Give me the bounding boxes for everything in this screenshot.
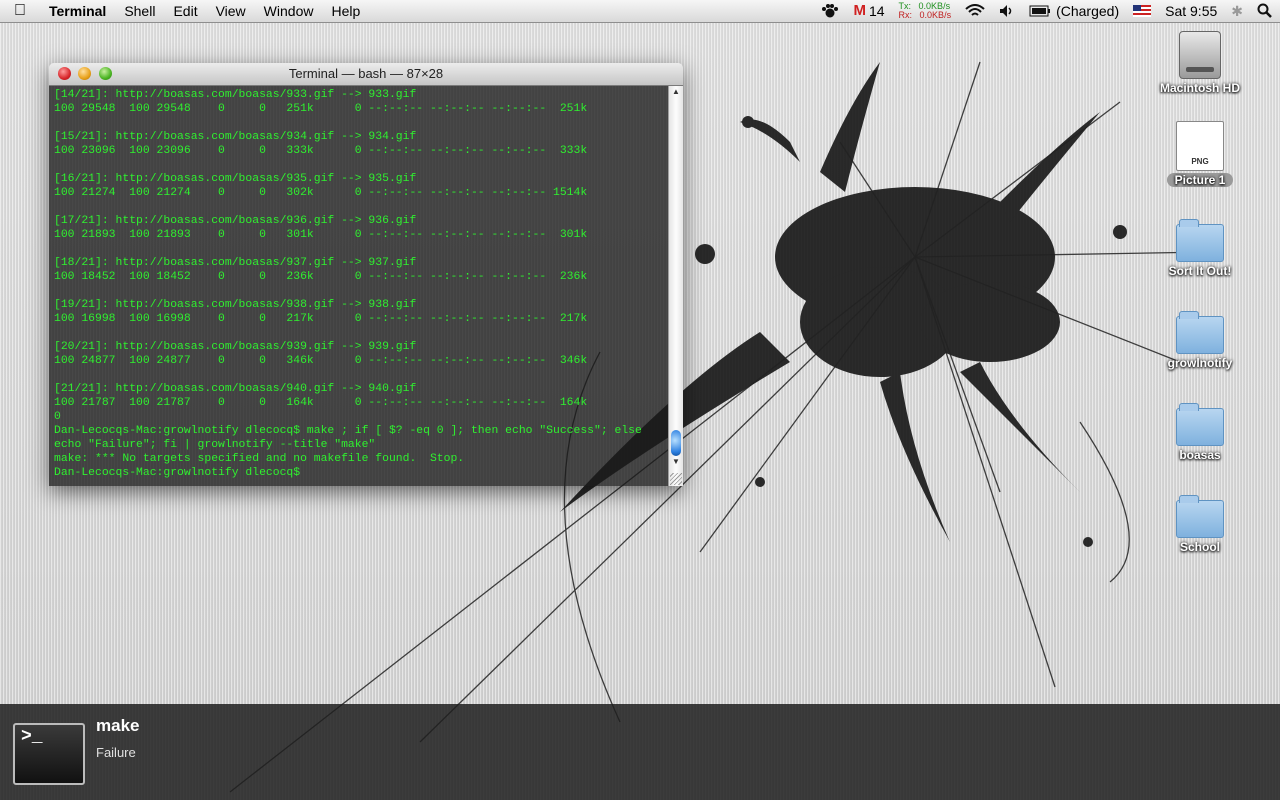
menu-extras: M 14 Tx: 0.0KB/s Rx: 0.0KB/s (Charged) S…	[814, 0, 1280, 22]
terminal-line: 100 21787 100 21787 0 0 164k 0 --:--:-- …	[54, 397, 588, 409]
desktop-icon-label: growlnotify	[1167, 356, 1233, 370]
desktop-icon-sort-it-out[interactable]: Sort It Out!	[1150, 219, 1250, 280]
desktop-icon-boasas[interactable]: boasas	[1150, 403, 1250, 464]
terminal-line: 100 23096 100 23096 0 0 333k 0 --:--:-- …	[54, 145, 588, 157]
terminal-line: 100 16998 100 16998 0 0 217k 0 --:--:-- …	[54, 313, 588, 325]
terminal-line: [16/21]: http://boasas.com/boasas/935.gi…	[54, 173, 417, 185]
terminal-line: 100 21893 100 21893 0 0 301k 0 --:--:-- …	[54, 229, 588, 241]
png-badge: PNG	[1191, 157, 1209, 166]
terminal-prompt-glyph: >_	[21, 727, 43, 747]
volume-icon[interactable]	[992, 0, 1022, 22]
network-monitor[interactable]: Tx: 0.0KB/s Rx: 0.0KB/s	[892, 0, 959, 22]
scroll-up-arrow-icon[interactable]: ▲	[669, 86, 683, 98]
terminal-line: [18/21]: http://boasas.com/boasas/937.gi…	[54, 257, 417, 269]
desktop-icon-label: Picture 1	[1166, 173, 1234, 187]
png-file-icon: PNG	[1176, 121, 1224, 171]
desktop-icon-label: Macintosh HD	[1159, 81, 1240, 95]
terminal-line: echo "Failure"; fi | growlnotify --title…	[54, 439, 376, 451]
terminal-line: 100 21274 100 21274 0 0 302k 0 --:--:-- …	[54, 187, 588, 199]
terminal-line: [19/21]: http://boasas.com/boasas/938.gi…	[54, 299, 417, 311]
menu-window[interactable]: Window	[255, 0, 323, 22]
desktop-icon-picture-1[interactable]: PNG Picture 1	[1150, 121, 1250, 189]
terminal-line: [21/21]: http://boasas.com/boasas/940.gi…	[54, 383, 417, 395]
gmail-icon: M	[853, 2, 866, 19]
menu-terminal[interactable]: Terminal	[40, 0, 115, 22]
desktop-icon-label: boasas	[1179, 448, 1221, 462]
desktop-icon-macintosh-hd[interactable]: Macintosh HD	[1150, 31, 1250, 97]
desktop-icon-label: Sort It Out!	[1168, 264, 1232, 278]
growl-notification[interactable]: >_ make Failure	[0, 704, 1280, 800]
terminal-line: 100 29548 100 29548 0 0 251k 0 --:--:-- …	[54, 103, 588, 115]
menu-view[interactable]: View	[207, 0, 255, 22]
gmail-notifier[interactable]: M 14	[846, 0, 891, 22]
desktop-icon-school[interactable]: School	[1150, 495, 1250, 556]
scrollbar-thumb[interactable]	[671, 430, 681, 456]
terminal-line: Dan-Lecocqs-Mac:growlnotify dlecocq$ mak…	[54, 425, 642, 437]
battery-icon	[1029, 5, 1051, 17]
desktop-icon-label: School	[1179, 540, 1220, 554]
menu-help[interactable]: Help	[322, 0, 369, 22]
folder-icon	[1176, 403, 1224, 446]
resize-grip-icon[interactable]	[670, 473, 682, 485]
window-titlebar[interactable]: Terminal — bash — 87×28	[49, 63, 683, 86]
battery-text: (Charged)	[1056, 3, 1120, 19]
vertical-scrollbar[interactable]: ▲ ▼	[668, 86, 683, 486]
notification-title: make	[96, 716, 140, 735]
apple-menu-icon[interactable]: 	[14, 2, 40, 20]
terminal-app-icon: >_	[13, 723, 85, 785]
desktop-icon-growlnotify[interactable]: growlnotify	[1150, 311, 1250, 372]
spotlight-search-icon[interactable]	[1250, 0, 1280, 22]
net-rx-value: 0.0KB/s	[919, 10, 952, 20]
gmail-count: 14	[868, 3, 885, 19]
notification-description: Failure	[96, 745, 136, 760]
menu-shell[interactable]: Shell	[115, 0, 164, 22]
terminal-output[interactable]: [14/21]: http://boasas.com/boasas/933.gi…	[49, 86, 669, 486]
wifi-icon[interactable]	[958, 0, 992, 22]
terminal-line: Dan-Lecocqs-Mac:growlnotify dlecocq$	[54, 467, 301, 479]
terminal-line: [15/21]: http://boasas.com/boasas/934.gi…	[54, 131, 417, 143]
terminal-line: 0	[54, 411, 61, 423]
folder-icon	[1176, 495, 1224, 538]
terminal-line: make: *** No targets specified and no ma…	[54, 453, 465, 465]
terminal-line: [20/21]: http://boasas.com/boasas/939.gi…	[54, 341, 417, 353]
window-title: Terminal — bash — 87×28	[288, 66, 444, 81]
menubar:  Terminal Shell Edit View Window Help M…	[0, 0, 1280, 23]
terminal-window: Terminal — bash — 87×28 [14/21]: http://…	[49, 63, 683, 486]
bluetooth-icon[interactable]: ✱	[1224, 0, 1250, 22]
folder-icon	[1176, 219, 1224, 262]
hard-drive-icon	[1179, 31, 1221, 79]
terminal-line: [14/21]: http://boasas.com/boasas/933.gi…	[54, 89, 417, 101]
menubar-clock[interactable]: Sat 9:55	[1158, 0, 1224, 22]
battery-status[interactable]: (Charged)	[1022, 0, 1126, 22]
scroll-down-arrow-icon[interactable]: ▼	[669, 456, 683, 468]
net-rx-label: Rx:	[898, 10, 913, 20]
menu-edit[interactable]: Edit	[164, 0, 206, 22]
input-flag-icon[interactable]	[1126, 0, 1158, 22]
terminal-line: [17/21]: http://boasas.com/boasas/936.gi…	[54, 215, 417, 227]
growl-paw-icon[interactable]	[814, 0, 846, 22]
folder-icon	[1176, 311, 1224, 354]
terminal-text: [14/21]: http://boasas.com/boasas/933.gi…	[49, 86, 669, 480]
terminal-line: 100 18452 100 18452 0 0 236k 0 --:--:-- …	[54, 271, 588, 283]
terminal-line: 100 24877 100 24877 0 0 346k 0 --:--:-- …	[54, 355, 588, 367]
